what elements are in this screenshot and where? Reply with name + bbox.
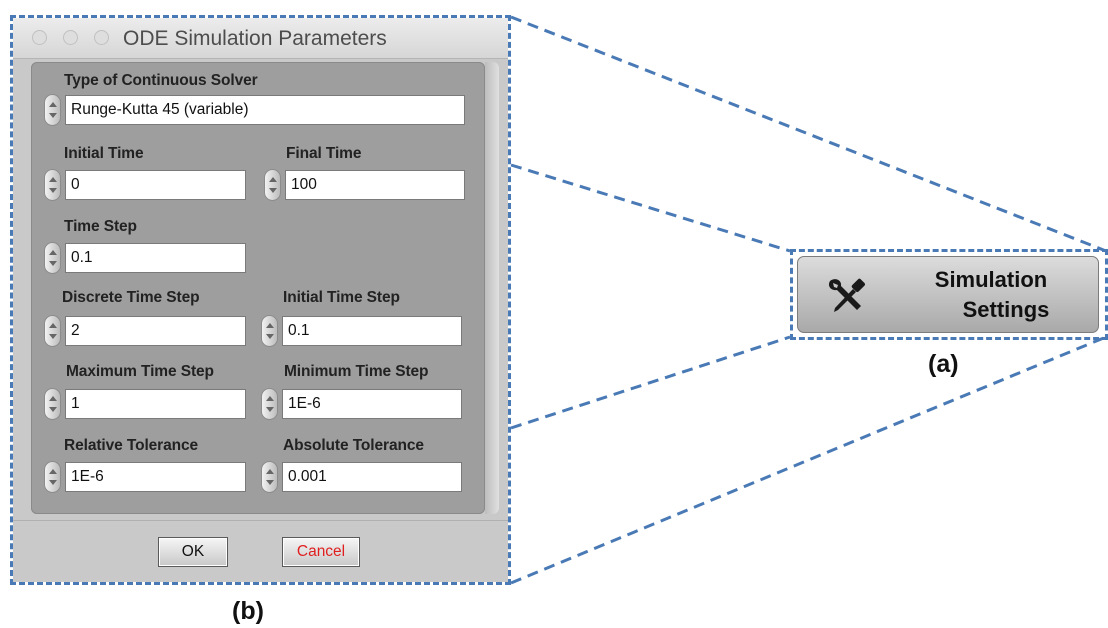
initial-time-spinner[interactable] [44, 169, 61, 201]
connector-inner-bottom [510, 335, 791, 430]
relative-tolerance-field[interactable]: 1E-6 [65, 462, 246, 492]
initial-time-step-field[interactable]: 0.1 [282, 316, 462, 346]
absolute-tolerance-spinner[interactable] [261, 461, 278, 493]
time-step-field[interactable]: 0.1 [65, 243, 246, 273]
footer-divider [13, 520, 508, 521]
absolute-tolerance-field[interactable]: 0.001 [282, 462, 462, 492]
initial-time-step-spinner[interactable] [261, 315, 278, 347]
maximum-time-step-spinner[interactable] [44, 388, 61, 420]
relative-tolerance-label: Relative Tolerance [64, 437, 199, 454]
solver-label: Type of Continuous Solver [64, 72, 258, 89]
simulation-settings-button[interactable]: Simulation Settings [797, 256, 1099, 333]
relative-tolerance-spinner[interactable] [44, 461, 61, 493]
solver-field[interactable]: Runge-Kutta 45 (variable) [65, 95, 465, 125]
solver-spinner[interactable] [44, 94, 61, 126]
connector-bottom [510, 335, 1107, 585]
minimum-time-step-field[interactable]: 1E-6 [282, 389, 462, 419]
discrete-time-step-spinner[interactable] [44, 315, 61, 347]
caption-b: (b) [232, 597, 264, 625]
discrete-time-step-label: Discrete Time Step [62, 289, 200, 306]
absolute-tolerance-label: Absolute Tolerance [283, 437, 424, 454]
time-step-spinner[interactable] [44, 242, 61, 274]
discrete-time-step-field[interactable]: 2 [65, 316, 246, 346]
initial-time-step-label: Initial Time Step [283, 289, 400, 306]
final-time-field[interactable]: 100 [285, 170, 465, 200]
maximum-time-step-label: Maximum Time Step [66, 363, 214, 380]
ode-simulation-parameters-dialog: ODE Simulation Parameters Type of Contin… [13, 18, 508, 582]
connector-top [510, 15, 1107, 253]
initial-time-label: Initial Time [64, 145, 144, 162]
dialog-titlebar[interactable]: ODE Simulation Parameters [13, 18, 508, 59]
caption-a: (a) [928, 350, 959, 378]
maximum-time-step-field[interactable]: 1 [65, 389, 246, 419]
tools-icon [828, 278, 865, 312]
panel-scrollbar[interactable] [485, 62, 499, 514]
dialog-title: ODE Simulation Parameters [123, 27, 387, 50]
final-time-label: Final Time [286, 145, 362, 162]
simulation-label-line1: Simulation [934, 267, 1048, 292]
initial-time-field[interactable]: 0 [65, 170, 246, 200]
time-step-label: Time Step [64, 218, 137, 235]
minimize-window-button[interactable] [63, 30, 78, 45]
simulation-label-line2: Settings [962, 297, 1050, 322]
close-window-button[interactable] [32, 30, 47, 45]
zoom-window-button[interactable] [94, 30, 109, 45]
minimum-time-step-label: Minimum Time Step [284, 363, 429, 380]
minimum-time-step-spinner[interactable] [261, 388, 278, 420]
cancel-button[interactable]: Cancel [282, 537, 360, 567]
final-time-spinner[interactable] [264, 169, 281, 201]
ok-button[interactable]: OK [158, 537, 228, 567]
connector-inner-top [510, 163, 791, 253]
